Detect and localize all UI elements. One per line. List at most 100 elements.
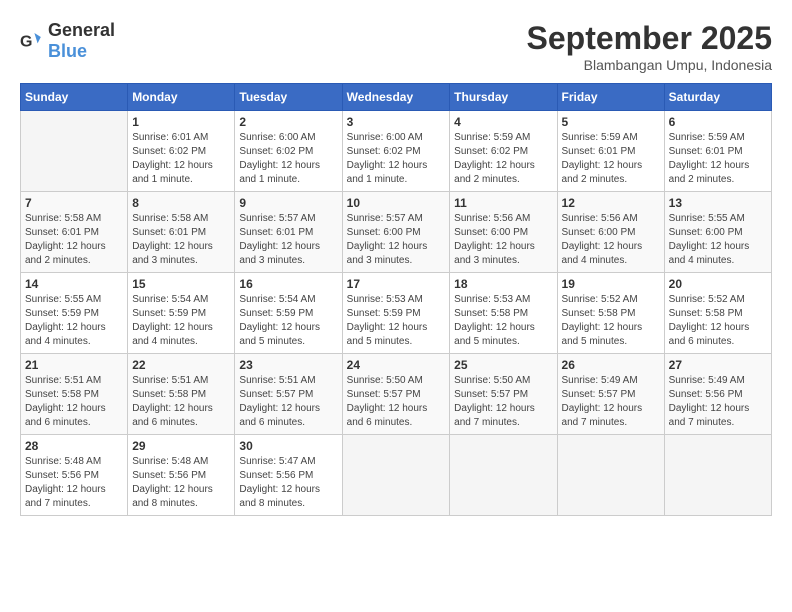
day-number: 9 [239,196,337,210]
day-number: 27 [669,358,767,372]
day-number: 30 [239,439,337,453]
day-info: Sunrise: 5:47 AM Sunset: 5:56 PM Dayligh… [239,455,337,511]
table-row: 26 Sunrise: 5:49 AM Sunset: 5:57 PM Dayli… [557,354,664,435]
day-header-thursday: Thursday [450,84,557,111]
day-info: Sunrise: 5:50 AM Sunset: 5:57 PM Dayligh… [347,374,446,430]
day-header-wednesday: Wednesday [342,84,450,111]
day-number: 21 [25,358,123,372]
calendar-week-row: 1 Sunrise: 6:01 AM Sunset: 6:02 PM Daylig… [21,111,772,192]
table-row: 3Sunrise: 6:00 AM Sunset: 6:02 PM Daylig… [342,111,450,192]
table-row: 22Sunrise: 5:51 AM Sunset: 5:58 PM Dayli… [128,354,235,435]
calendar-week-row: 21 Sunrise: 5:51 AM Sunset: 5:58 PM Dayli… [21,354,772,435]
table-row: 9 Sunrise: 5:57 AM Sunset: 6:01 PM Daylig… [235,192,342,273]
day-number: 2 [239,115,337,129]
day-info: Sunrise: 5:58 AM Sunset: 6:01 PM Dayligh… [25,212,123,268]
day-info: Sunrise: 5:48 AM Sunset: 5:56 PM Dayligh… [132,455,230,511]
day-info: Sunrise: 6:00 AM Sunset: 6:02 PM Dayligh… [347,131,446,187]
day-info: Sunrise: 5:59 AM Sunset: 6:01 PM Dayligh… [562,131,660,187]
table-row: 17Sunrise: 5:53 AM Sunset: 5:59 PM Dayli… [342,273,450,354]
day-number: 6 [669,115,767,129]
table-row: 20 Sunrise: 5:52 AM Sunset: 5:58 PM Dayli… [664,273,771,354]
day-header-friday: Friday [557,84,664,111]
day-number: 8 [132,196,230,210]
day-number: 18 [454,277,552,291]
page-header: G General Blue September 2025 Blambangan… [20,20,772,73]
day-info: Sunrise: 5:56 AM Sunset: 6:00 PM Dayligh… [562,212,660,268]
day-info: Sunrise: 5:49 AM Sunset: 5:57 PM Dayligh… [562,374,660,430]
day-number: 17 [347,277,446,291]
table-row: 28Sunrise: 5:48 AM Sunset: 5:56 PM Dayli… [21,435,128,516]
day-info: Sunrise: 5:54 AM Sunset: 5:59 PM Dayligh… [132,293,230,349]
day-info: Sunrise: 6:01 AM Sunset: 6:02 PM Dayligh… [132,131,230,187]
day-info: Sunrise: 5:51 AM Sunset: 5:58 PM Dayligh… [25,374,123,430]
day-number: 5 [562,115,660,129]
table-row: 7Sunrise: 5:58 AM Sunset: 6:01 PM Daylig… [21,192,128,273]
logo-icon: G [20,29,44,53]
table-row: 14Sunrise: 5:55 AM Sunset: 5:59 PM Dayli… [21,273,128,354]
table-row: 21 Sunrise: 5:51 AM Sunset: 5:58 PM Dayli… [21,354,128,435]
day-info: Sunrise: 5:50 AM Sunset: 5:57 PM Dayligh… [454,374,552,430]
calendar-body: 1 Sunrise: 6:01 AM Sunset: 6:02 PM Daylig… [21,111,772,516]
day-number: 29 [132,439,230,453]
day-number: 10 [347,196,446,210]
table-row: 1 Sunrise: 6:01 AM Sunset: 6:02 PM Daylig… [128,111,235,192]
calendar-week-row: 7Sunrise: 5:58 AM Sunset: 6:01 PM Daylig… [21,192,772,273]
table-row: 19Sunrise: 5:52 AM Sunset: 5:58 PM Dayli… [557,273,664,354]
day-header-tuesday: Tuesday [235,84,342,111]
table-row: 8 Sunrise: 5:58 AM Sunset: 6:01 PM Daylig… [128,192,235,273]
table-row: 4 Sunrise: 5:59 AM Sunset: 6:02 PM Daylig… [450,111,557,192]
day-info: Sunrise: 5:55 AM Sunset: 6:00 PM Dayligh… [669,212,767,268]
day-number: 24 [347,358,446,372]
day-info: Sunrise: 5:48 AM Sunset: 5:56 PM Dayligh… [25,455,123,511]
logo-general-text: General [48,20,115,40]
day-number: 11 [454,196,552,210]
day-number: 25 [454,358,552,372]
day-info: Sunrise: 5:52 AM Sunset: 5:58 PM Dayligh… [669,293,767,349]
day-info: Sunrise: 5:59 AM Sunset: 6:01 PM Dayligh… [669,131,767,187]
location-title: Blambangan Umpu, Indonesia [527,57,772,73]
logo: G General Blue [20,20,115,62]
table-row: 25 Sunrise: 5:50 AM Sunset: 5:57 PM Dayli… [450,354,557,435]
table-row: 30 Sunrise: 5:47 AM Sunset: 5:56 PM Dayli… [235,435,342,516]
table-row: 29 Sunrise: 5:48 AM Sunset: 5:56 PM Dayli… [128,435,235,516]
table-row: 2Sunrise: 6:00 AM Sunset: 6:02 PM Daylig… [235,111,342,192]
table-row: 6 Sunrise: 5:59 AM Sunset: 6:01 PM Daylig… [664,111,771,192]
day-number: 26 [562,358,660,372]
day-info: Sunrise: 5:57 AM Sunset: 6:01 PM Dayligh… [239,212,337,268]
day-number: 12 [562,196,660,210]
table-row: 13 Sunrise: 5:55 AM Sunset: 6:00 PM Dayli… [664,192,771,273]
table-row: 10Sunrise: 5:57 AM Sunset: 6:00 PM Dayli… [342,192,450,273]
day-number: 15 [132,277,230,291]
day-number: 20 [669,277,767,291]
day-info: Sunrise: 5:55 AM Sunset: 5:59 PM Dayligh… [25,293,123,349]
table-row: 12 Sunrise: 5:56 AM Sunset: 6:00 PM Dayli… [557,192,664,273]
calendar-week-row: 14Sunrise: 5:55 AM Sunset: 5:59 PM Dayli… [21,273,772,354]
day-number: 1 [132,115,230,129]
table-row: 16 Sunrise: 5:54 AM Sunset: 5:59 PM Dayli… [235,273,342,354]
title-area: September 2025 Blambangan Umpu, Indonesi… [527,20,772,73]
calendar-table: SundayMondayTuesdayWednesdayThursdayFrid… [20,83,772,516]
day-info: Sunrise: 5:59 AM Sunset: 6:02 PM Dayligh… [454,131,552,187]
calendar-week-row: 28Sunrise: 5:48 AM Sunset: 5:56 PM Dayli… [21,435,772,516]
day-number: 16 [239,277,337,291]
day-info: Sunrise: 5:54 AM Sunset: 5:59 PM Dayligh… [239,293,337,349]
calendar-header-row: SundayMondayTuesdayWednesdayThursdayFrid… [21,84,772,111]
table-row [21,111,128,192]
day-number: 4 [454,115,552,129]
table-row [450,435,557,516]
table-row [557,435,664,516]
table-row [664,435,771,516]
table-row: 23Sunrise: 5:51 AM Sunset: 5:57 PM Dayli… [235,354,342,435]
month-title: September 2025 [527,20,772,57]
day-info: Sunrise: 5:51 AM Sunset: 5:57 PM Dayligh… [239,374,337,430]
day-info: Sunrise: 5:53 AM Sunset: 5:58 PM Dayligh… [454,293,552,349]
day-number: 13 [669,196,767,210]
table-row: 15 Sunrise: 5:54 AM Sunset: 5:59 PM Dayli… [128,273,235,354]
day-info: Sunrise: 5:49 AM Sunset: 5:56 PM Dayligh… [669,374,767,430]
logo-blue-text: Blue [48,41,87,61]
day-header-sunday: Sunday [21,84,128,111]
table-row: 11Sunrise: 5:56 AM Sunset: 6:00 PM Dayli… [450,192,557,273]
day-info: Sunrise: 5:58 AM Sunset: 6:01 PM Dayligh… [132,212,230,268]
day-info: Sunrise: 5:51 AM Sunset: 5:58 PM Dayligh… [132,374,230,430]
day-info: Sunrise: 5:52 AM Sunset: 5:58 PM Dayligh… [562,293,660,349]
